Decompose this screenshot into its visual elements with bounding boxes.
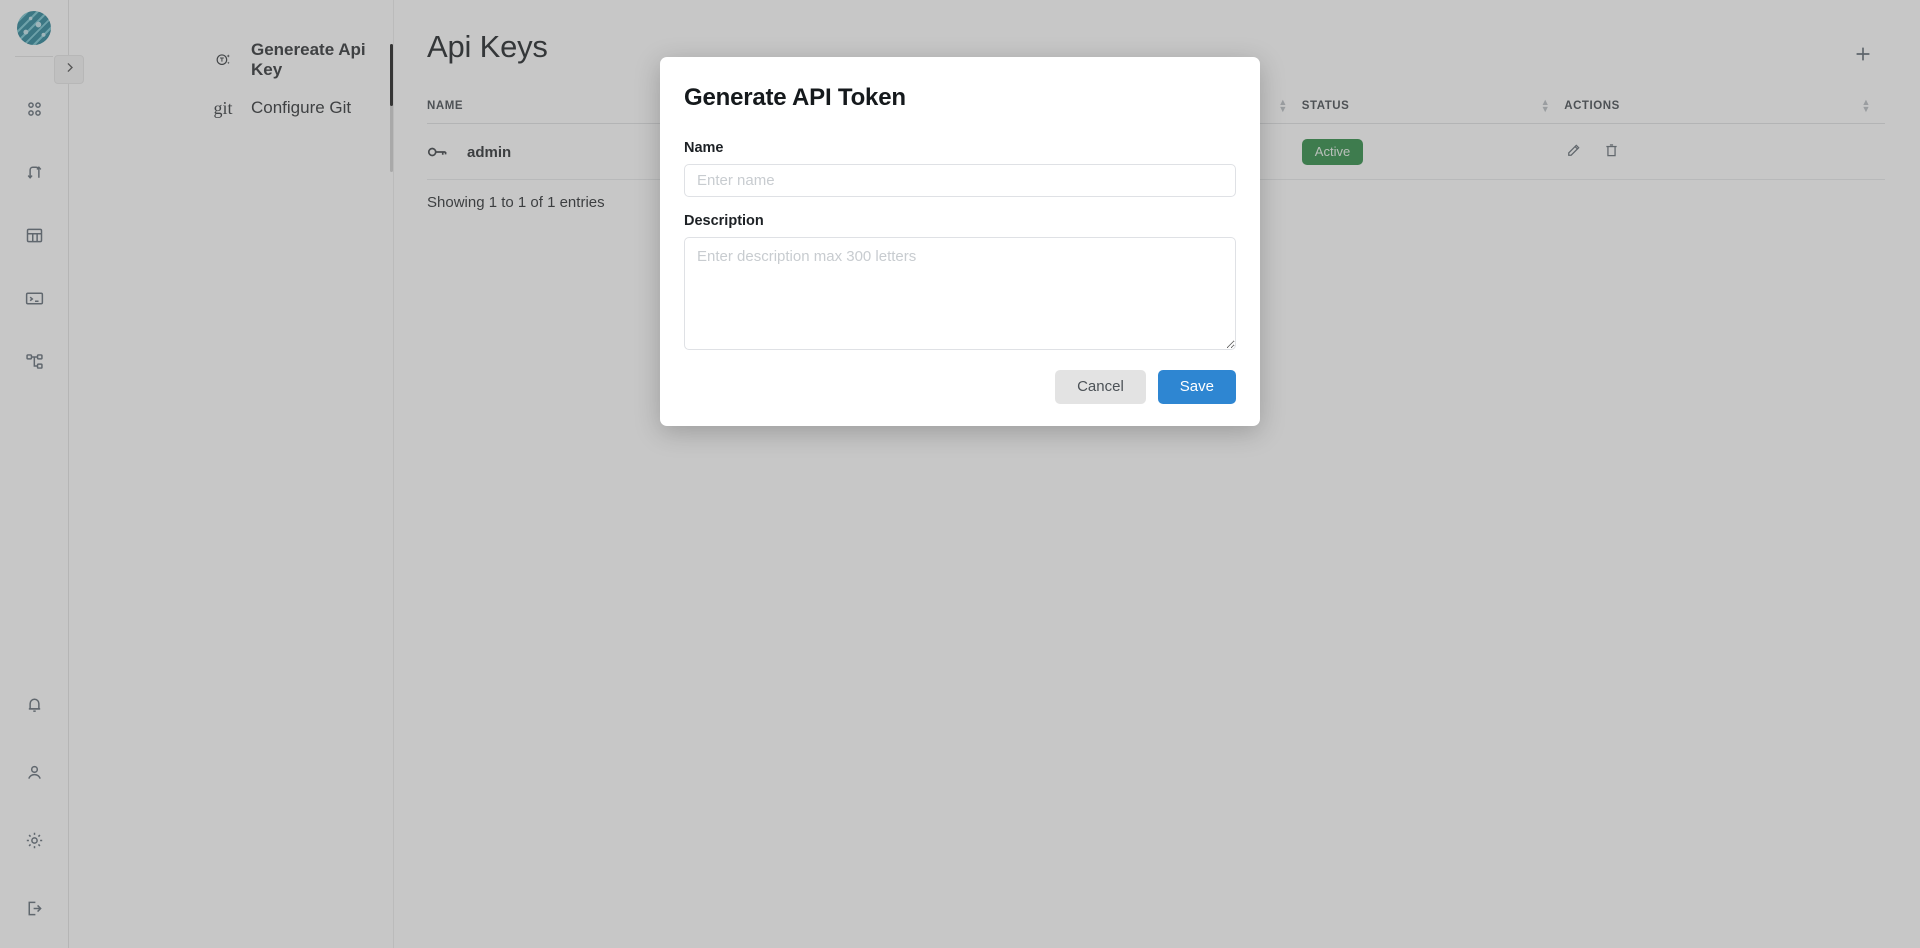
description-field-group: Description	[684, 213, 1236, 350]
modal-footer: Cancel Save	[684, 370, 1236, 404]
modal-title: Generate API Token	[684, 84, 1236, 112]
name-field-group: Name	[684, 140, 1236, 197]
name-input[interactable]	[684, 164, 1236, 197]
description-textarea[interactable]	[684, 237, 1236, 350]
generate-api-token-modal: Generate API Token Name Description Canc…	[660, 57, 1260, 426]
description-label: Description	[684, 213, 1236, 229]
cancel-button[interactable]: Cancel	[1055, 370, 1146, 404]
save-button[interactable]: Save	[1158, 370, 1236, 404]
name-label: Name	[684, 140, 1236, 156]
